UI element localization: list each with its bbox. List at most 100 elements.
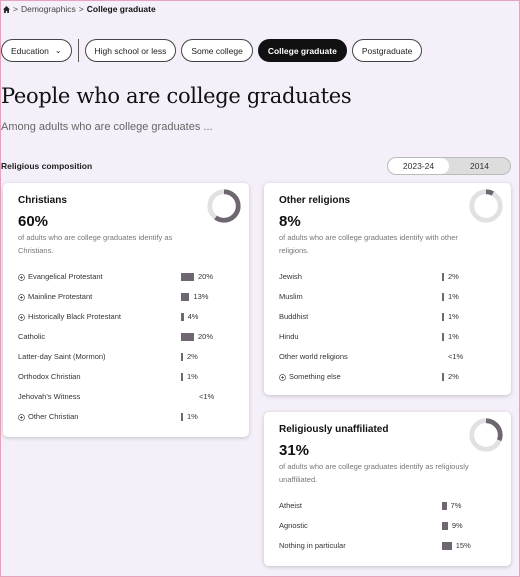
card-title: Other religions [279, 195, 351, 206]
card-percent: 8% [279, 213, 301, 230]
expand-plus-icon[interactable] [18, 293, 25, 301]
row-label: Hindu [279, 330, 299, 344]
filter-option-some-college[interactable]: Some college [181, 39, 253, 62]
row-label-text: Catholic [18, 332, 46, 341]
row-label-text: Mainline Protestant [28, 292, 93, 301]
row-label-text: Other world religions [279, 352, 348, 361]
row-label: Evangelical Protestant [18, 270, 103, 284]
row-value: 7% [450, 501, 462, 510]
row-bar [181, 353, 183, 361]
row-label: Jewish [279, 270, 302, 284]
row-bar [442, 502, 447, 510]
expand-plus-icon[interactable] [18, 413, 25, 421]
row-label: Buddhist [279, 310, 308, 324]
donut-chart [469, 189, 503, 223]
row-value: <1% [199, 392, 215, 401]
row-bar [442, 313, 444, 321]
row-bar [442, 273, 444, 281]
row-label-text: Evangelical Protestant [28, 272, 103, 281]
year-option-2014[interactable]: 2014 [449, 158, 510, 174]
card-description: of adults who are college graduates iden… [18, 233, 173, 255]
filter-bar: Education ⌄ High school or less Some col… [1, 39, 423, 62]
row-value: 20% [198, 272, 214, 281]
donut-chart [207, 189, 241, 223]
row-bar [181, 293, 190, 301]
row-label-text: Nothing in particular [279, 541, 346, 550]
row-label: Mainline Protestant [18, 290, 92, 304]
row-value: 4% [187, 312, 199, 321]
card-percent: 60% [18, 213, 49, 230]
row-label: Other world religions [279, 350, 348, 364]
chevron-down-icon: ⌄ [54, 46, 62, 55]
row-bar [442, 542, 452, 550]
breadcrumb-current: College graduate [86, 4, 156, 14]
breadcrumb-link-demographics[interactable]: Demographics [21, 4, 76, 14]
row-label-text: Orthodox Christian [18, 372, 81, 381]
row-label-text: Buddhist [279, 312, 309, 321]
row-bar [181, 273, 194, 281]
row-bar [181, 313, 184, 321]
row-label: Orthodox Christian [18, 370, 81, 384]
row-value: 2% [187, 352, 198, 361]
row-label-text: Agnostic [279, 521, 308, 530]
breadcrumb: > Demographics > College graduate [3, 4, 156, 14]
row-label: Something else [279, 370, 341, 384]
row-value: 1% [448, 292, 459, 301]
filter-divider [77, 39, 79, 62]
card-title: Christians [18, 195, 67, 206]
page-subtitle: Among adults who are college graduates .… [1, 121, 213, 133]
row-label: Agnostic [279, 519, 308, 533]
row-bar [442, 293, 444, 301]
section-label: Religious composition [1, 161, 93, 171]
card-title: Religiously unaffiliated [279, 424, 389, 435]
row-value: 1% [448, 332, 459, 341]
row-value: 15% [455, 541, 471, 550]
row-label-text: Atheist [279, 501, 302, 510]
row-label: Historically Black Protestant [18, 310, 121, 324]
row-label-text: Latter-day Saint (Mormon) [18, 352, 106, 361]
page-title: People who are college graduates [1, 84, 352, 108]
row-label-text: Jewish [279, 272, 302, 281]
expand-plus-icon[interactable] [18, 313, 25, 321]
expand-plus-icon[interactable] [18, 273, 25, 281]
filter-option-college-graduate[interactable]: College graduate [257, 39, 347, 62]
row-label-text: Historically Black Protestant [28, 312, 121, 321]
filter-option-postgraduate[interactable]: Postgraduate [351, 39, 423, 62]
christians-card: Christians 60% of adults who are college… [3, 183, 249, 437]
row-value: 2% [448, 372, 459, 381]
row-label: Catholic [18, 330, 45, 344]
category-dropdown-label: Education [11, 45, 49, 56]
row-bar [181, 333, 194, 341]
row-label-text: Jehovah's Witness [18, 392, 81, 401]
row-bar [181, 373, 183, 381]
row-bar [181, 413, 183, 421]
other-religions-card: Other religions 8% of adults who are col… [264, 183, 511, 395]
row-value: 1% [448, 312, 459, 321]
row-value: 20% [198, 332, 214, 341]
row-label-text: Something else [289, 372, 341, 381]
row-bar [442, 522, 448, 530]
home-icon[interactable] [3, 5, 10, 13]
year-option-2023-24[interactable]: 2023-24 [388, 158, 449, 174]
category-dropdown[interactable]: Education ⌄ [1, 39, 72, 62]
row-bar [442, 333, 444, 341]
row-bar [442, 373, 444, 381]
card-percent: 31% [279, 442, 310, 459]
card-description: of adults who are college graduates iden… [279, 462, 469, 484]
unaffiliated-card: Religiously unaffiliated 31% of adults w… [264, 412, 511, 566]
row-value: 9% [451, 521, 463, 530]
row-value: 1% [187, 412, 198, 421]
breadcrumb-separator: > [13, 4, 18, 14]
year-toggle: 2023-24 2014 [387, 157, 511, 175]
breadcrumb-separator: > [78, 4, 84, 14]
donut-chart [469, 418, 503, 452]
row-label: Jehovah's Witness [18, 390, 80, 404]
row-label: Atheist [279, 499, 302, 513]
row-value: <1% [448, 352, 464, 361]
filter-option-high-school[interactable]: High school or less [84, 39, 177, 62]
row-label: Other Christian [18, 410, 78, 424]
expand-plus-icon[interactable] [279, 373, 286, 381]
donut-track [469, 189, 503, 223]
row-value: 2% [448, 272, 459, 281]
row-value: 13% [193, 292, 209, 301]
